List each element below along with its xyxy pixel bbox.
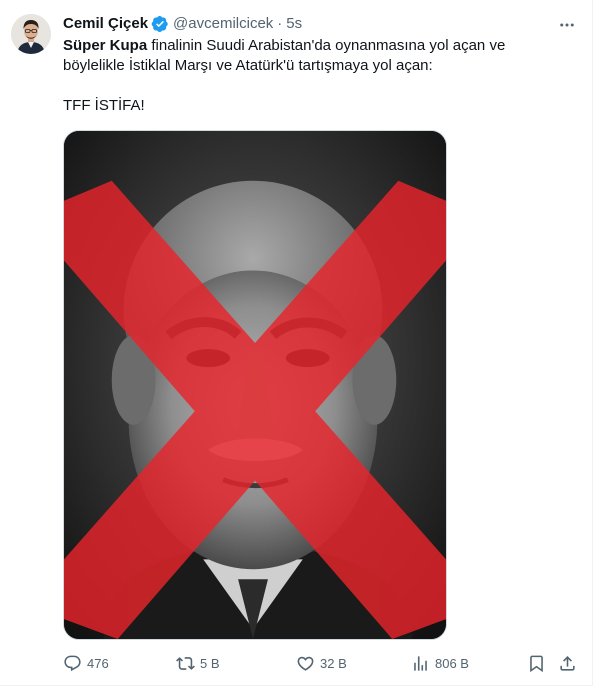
tweet-header: Cemil Çiçek @avcemilcicek · 5s: [63, 14, 302, 34]
bookmark-icon: [530, 655, 543, 672]
tweet-text-bold: Süper Kupa: [63, 37, 148, 54]
tweet-text-line-1-rest: finalinin Suudi Arabistan'da oynanmasına…: [147, 37, 506, 54]
share-icon: [560, 655, 575, 671]
reply-button[interactable]: 476: [63, 652, 109, 674]
tweet-text-line-2: böylelikle İstiklal Marşı ve Atatürk'ü t…: [63, 57, 433, 74]
bookmark-button[interactable]: [527, 652, 546, 674]
reply-count: 476: [87, 655, 109, 671]
user-handle[interactable]: @avcemilcicek: [173, 14, 273, 34]
display-name[interactable]: Cemil Çiçek: [63, 14, 148, 34]
verified-badge-icon: [151, 15, 169, 33]
retweet-button[interactable]: 5 B: [176, 652, 220, 674]
share-button[interactable]: [558, 652, 577, 674]
retweet-icon: [176, 656, 195, 670]
separator-dot: ·: [277, 15, 283, 32]
like-count: 32 B: [320, 655, 347, 671]
tweet-actions: 476 5 B 32 B 806 B: [63, 652, 583, 674]
more-options-icon[interactable]: [556, 14, 578, 36]
retweet-count: 5 B: [200, 655, 220, 671]
tweet-media-image[interactable]: [63, 130, 447, 640]
like-button[interactable]: 32 B: [296, 652, 347, 674]
reply-icon: [64, 655, 81, 671]
views-button[interactable]: 806 B: [411, 652, 469, 674]
tweet-text-line-3: TFF İSTİFA!: [63, 97, 145, 114]
tweet-text: Süper Kupa finalinin Suudi Arabistan'da …: [63, 36, 583, 116]
heart-icon: [297, 656, 314, 671]
tweet[interactable]: Cemil Çiçek @avcemilcicek · 5s Süper Kup…: [0, 0, 593, 686]
views-icon: [414, 655, 427, 671]
tweet-time[interactable]: 5s: [286, 14, 302, 34]
avatar[interactable]: [11, 14, 51, 54]
views-count: 806 B: [435, 655, 469, 671]
tweet-text-line-1: Süper Kupa finalinin Suudi Arabistan'da …: [63, 36, 583, 56]
